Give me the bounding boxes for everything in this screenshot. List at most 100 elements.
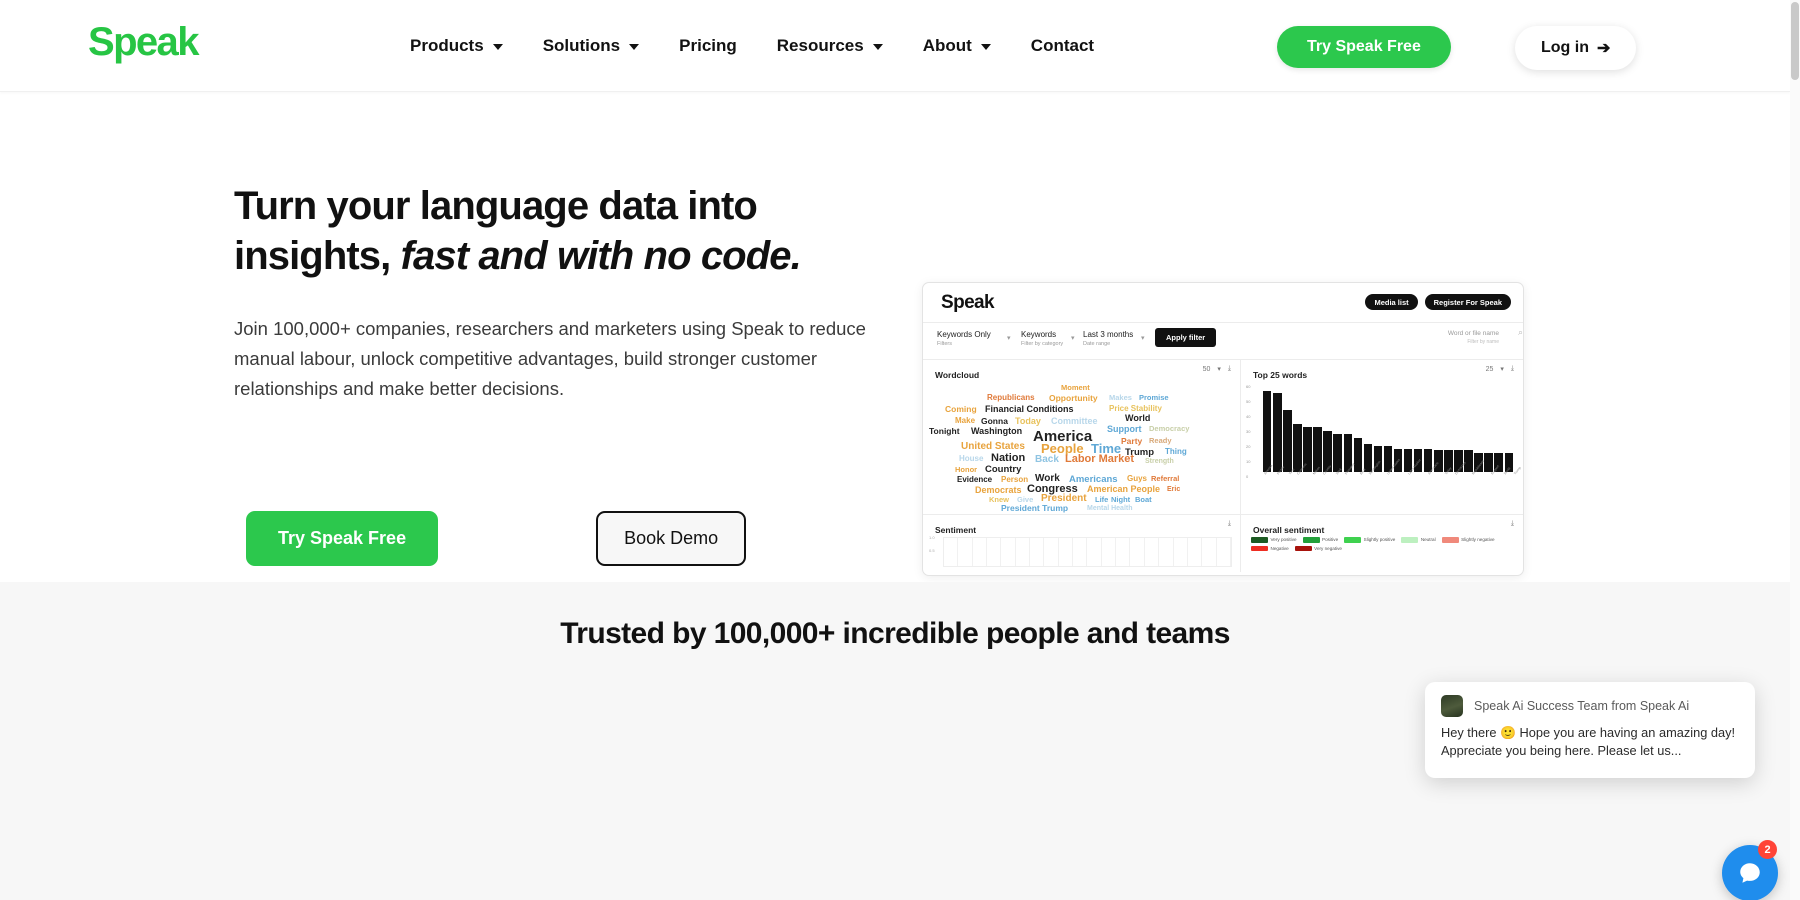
download-icon[interactable]: ⤓	[1511, 520, 1514, 528]
sentiment-y-label-high: 1.0	[929, 535, 935, 540]
legend-label: Neutral	[1420, 537, 1436, 543]
wordcloud-word[interactable]: American People	[1087, 485, 1160, 494]
site-header: Speak Products Solutions Pricing Resourc…	[0, 0, 1790, 92]
wordcloud-word[interactable]: Moment	[1061, 384, 1090, 392]
nav-item-resources[interactable]: Resources	[757, 0, 903, 92]
wordcloud-word[interactable]: Promise	[1139, 394, 1169, 402]
wordcloud-word[interactable]: Person	[1001, 476, 1028, 484]
wordcloud-word[interactable]: Committee	[1051, 417, 1098, 426]
filter-category[interactable]: Keywords Filter by category	[1021, 330, 1063, 347]
bar[interactable]	[1273, 392, 1282, 472]
wordcloud-word[interactable]: Tonight	[929, 427, 960, 436]
wordcloud-word[interactable]: Gonna	[981, 417, 1008, 426]
wordcloud-word[interactable]: Democracy	[1149, 425, 1189, 433]
page-root: Speak Products Solutions Pricing Resourc…	[0, 0, 1800, 900]
wordcloud-word[interactable]: Life	[1095, 496, 1108, 504]
wordcloud-word[interactable]: Washington	[971, 427, 1022, 436]
chevron-down-icon[interactable]: ▾	[1500, 365, 1504, 373]
scrollbar-thumb[interactable]	[1791, 2, 1799, 80]
book-demo-button[interactable]: Book Demo	[596, 511, 747, 566]
download-icon[interactable]: ⤓	[1511, 365, 1514, 373]
wordcloud-count-selector[interactable]: 50	[1203, 366, 1211, 373]
chat-message-text: Hey there 🙂 Hope you are having an amazi…	[1441, 725, 1736, 759]
wordcloud-word[interactable]: Today	[1015, 417, 1041, 426]
bar[interactable]	[1333, 433, 1342, 472]
speak-logo[interactable]: Speak	[88, 20, 199, 65]
top-words-count-selector[interactable]: 25	[1486, 366, 1494, 373]
wordcloud-word[interactable]: United States	[961, 442, 1025, 452]
sentiment-legend: Very positive Positive Slightly positive Ne…	[1251, 537, 1515, 551]
bar-y-label: 40	[1246, 414, 1251, 419]
nav-item-solutions[interactable]: Solutions	[523, 0, 659, 92]
nav-item-about[interactable]: About	[903, 0, 1011, 92]
chevron-down-icon[interactable]: ▾	[1007, 334, 1011, 342]
grid-cell	[1202, 538, 1217, 566]
wordcloud-word[interactable]: Country	[985, 465, 1021, 475]
chat-message-popup[interactable]: Speak Ai Success Team from Speak Ai Hey …	[1425, 682, 1755, 778]
chevron-down-icon[interactable]: ▾	[1217, 365, 1221, 373]
wordcloud-word[interactable]: Labor Market	[1065, 454, 1134, 465]
wordcloud-word[interactable]: Referral	[1151, 475, 1179, 483]
badge-media-list[interactable]: Media list	[1365, 294, 1418, 310]
wordcloud-word[interactable]: Guys	[1127, 475, 1147, 483]
wordcloud-word[interactable]: Coming	[945, 405, 977, 414]
wordcloud-word[interactable]: Financial Conditions	[985, 405, 1074, 414]
bar[interactable]	[1293, 423, 1302, 472]
wordcloud-word[interactable]: Back	[1035, 455, 1059, 465]
nav-item-pricing[interactable]: Pricing	[659, 0, 757, 92]
wordcloud-word[interactable]: Nation	[991, 453, 1025, 464]
grid-cell	[1102, 538, 1117, 566]
wordcloud-word[interactable]: House	[959, 455, 983, 463]
filter-date-range[interactable]: Last 3 months Date range	[1083, 330, 1133, 347]
search-icon[interactable]: ⌕	[1518, 327, 1523, 338]
wordcloud-word[interactable]: Honor	[955, 466, 977, 474]
chevron-down-icon[interactable]: ▾	[1141, 334, 1145, 342]
sentiment-panel-head: Sentiment ⤓	[923, 515, 1240, 535]
badge-register-for-speak[interactable]: Register For Speak	[1424, 294, 1511, 310]
wordcloud-word[interactable]: Party	[1121, 437, 1142, 446]
download-icon[interactable]: ⤓	[1228, 365, 1231, 373]
dashboard-search[interactable]: Word or file name Filter by name	[1448, 330, 1499, 345]
wordcloud-word[interactable]: World	[1125, 414, 1150, 423]
grid-cell	[1159, 538, 1174, 566]
hero-try-speak-free-button[interactable]: Try Speak Free	[246, 511, 439, 566]
chevron-down-icon	[492, 44, 503, 50]
filter-keywords-only[interactable]: Keywords Only Filters	[937, 330, 991, 347]
nav-item-products[interactable]: Products	[390, 0, 523, 92]
wordcloud-word[interactable]: Thing	[1165, 448, 1187, 456]
wordcloud-word[interactable]: Makes	[1109, 394, 1132, 402]
wordcloud-word[interactable]: Opportunity	[1049, 394, 1098, 403]
wordcloud-word[interactable]: Support	[1107, 425, 1142, 434]
nav-label-products: Products	[410, 36, 484, 55]
wordcloud-word[interactable]: Mental Health	[1087, 505, 1133, 512]
bar[interactable]	[1263, 391, 1272, 472]
header-try-speak-free-button[interactable]: Try Speak Free	[1277, 26, 1451, 68]
apply-filter-button[interactable]: Apply filter	[1155, 328, 1217, 347]
wordcloud-word[interactable]: Republicans	[987, 394, 1035, 402]
product-screenshot: Speak Media list Register For Speak Keyw…	[922, 282, 1524, 576]
wordcloud-word[interactable]: Ready	[1149, 437, 1172, 445]
wordcloud-title: Wordcloud	[935, 370, 980, 380]
wordcloud-word[interactable]: Strength	[1145, 458, 1174, 465]
login-button[interactable]: Log in ➔	[1515, 26, 1637, 70]
wordcloud-word[interactable]: Night	[1111, 496, 1130, 504]
scrollbar[interactable]	[1790, 0, 1800, 900]
trusted-by-heading: Trusted by 100,000+ incredible people an…	[560, 617, 1230, 650]
bar[interactable]	[1283, 410, 1292, 472]
chevron-down-icon	[980, 44, 991, 50]
nav-item-contact[interactable]: Contact	[1011, 0, 1114, 92]
grid-cell	[1044, 538, 1059, 566]
chevron-down-icon[interactable]: ▾	[1071, 334, 1075, 342]
wordcloud-word[interactable]: Evidence	[957, 476, 992, 484]
wordcloud-word[interactable]: Democrats	[975, 486, 1022, 495]
wordcloud-word[interactable]: President Trump	[1001, 504, 1068, 513]
wordcloud-word[interactable]: Price Stability	[1109, 405, 1162, 413]
download-icon[interactable]: ⤓	[1228, 520, 1231, 528]
wordcloud-word[interactable]: Eric	[1167, 486, 1180, 493]
hero-section: Turn your language data into insights, f…	[0, 92, 1790, 608]
wordcloud-word[interactable]: Boat	[1135, 496, 1152, 504]
filter-date-range-value: Last 3 months	[1083, 330, 1134, 339]
wordcloud-word[interactable]: Make	[955, 417, 975, 425]
legend-swatch	[1294, 545, 1312, 551]
grid-cell	[1145, 538, 1160, 566]
